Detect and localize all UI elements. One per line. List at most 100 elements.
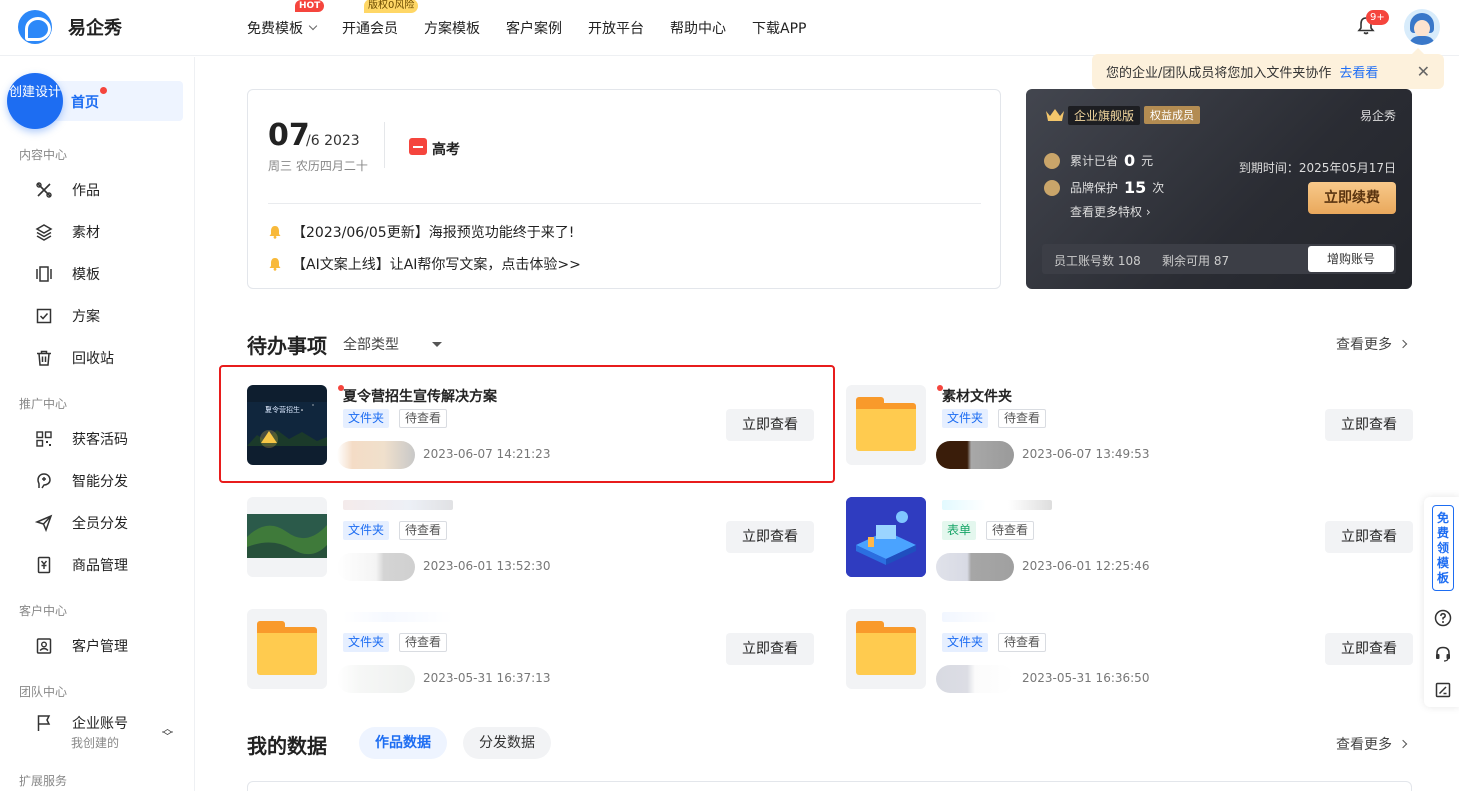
type-tag: 文件夹 (942, 409, 989, 428)
renew-button[interactable]: 立即续费 (1308, 182, 1396, 214)
sidebar-item-label: 方案 (72, 309, 100, 325)
brand-name[interactable]: 易企秀 (68, 14, 122, 40)
saved-label: 累计已省 (1070, 154, 1119, 168)
chevron-right-icon (1398, 739, 1408, 749)
buy-accounts-button[interactable]: 增购账号 (1308, 246, 1394, 272)
saved-unit: 元 (1141, 154, 1154, 168)
sidebar-item-label: 首页 (71, 95, 99, 111)
logo-icon[interactable] (18, 10, 52, 44)
avatar[interactable] (1404, 9, 1440, 45)
view-button[interactable]: 立即查看 (726, 521, 814, 553)
more-text: 查看更多 (1336, 337, 1392, 353)
avatar-group (337, 665, 415, 693)
more-text: 查看更多 (1336, 737, 1392, 753)
divider (384, 122, 385, 168)
news-text: 【2023/06/05更新】海报预览功能终于来了! (292, 225, 575, 241)
vip-brand: 易企秀 (1359, 109, 1396, 123)
expire-date: 2025年05月17日 (1298, 161, 1396, 175)
sidebar-item-materials[interactable]: 素材 (34, 220, 184, 244)
status-tag: 待查看 (399, 521, 448, 540)
nav-free-templates[interactable]: 免费模板 HOT (247, 0, 325, 38)
timestamp: 2023-06-01 12:25:46 (1022, 559, 1150, 573)
saved-value: 0 (1124, 151, 1136, 170)
tab-dist-data[interactable]: 分发数据 (463, 727, 551, 759)
feedback-icon[interactable] (1434, 681, 1452, 699)
todo-item[interactable]: 素材文件夹 文件夹 待查看 2023-06-07 13:49:53 立即查看 (846, 385, 1413, 469)
news-item[interactable]: 【2023/06/05更新】海报预览功能终于来了! (268, 222, 574, 242)
shield-icon (1044, 179, 1060, 196)
sidebar-item-lead-code[interactable]: 获客活码 (34, 427, 184, 451)
title-placeholder (343, 500, 453, 510)
collab-notice: 您的企业/团队成员将您加入文件夹协作 去看看 ✕ (1092, 48, 1444, 89)
sidebar-item-plans[interactable]: 方案 (34, 304, 184, 328)
avatar-group (936, 441, 1014, 469)
nav-help[interactable]: 帮助中心 (670, 18, 726, 38)
sidebar-item-label: 作品 (72, 183, 100, 199)
notification-badge: 9+ (1366, 10, 1389, 25)
nav-label: 免费模板 (247, 21, 303, 37)
protect-value: 15 (1124, 178, 1147, 197)
help-icon[interactable] (1434, 609, 1452, 627)
vip-badge: 企业旗舰版 权益成员 (1044, 105, 1201, 125)
send-icon (34, 513, 54, 533)
protect-unit: 次 (1152, 181, 1165, 195)
sidebar-item-goods[interactable]: 商品管理 (34, 553, 184, 577)
more-rights-link[interactable]: 查看更多特权 › (1070, 203, 1151, 220)
member-tag: 权益成员 (1144, 106, 1201, 124)
timestamp: 2023-06-01 13:52:30 (423, 559, 551, 573)
todo-item[interactable]: 文件夹 待查看 2023-05-31 16:36:50 立即查看 (846, 609, 1413, 693)
expire-label: 到期时间： (1238, 161, 1299, 175)
news-item[interactable]: 【AI文案上线】让AI帮你写文案，点击体验>> (268, 254, 581, 274)
avatar-group (936, 665, 1014, 693)
sidebar-item-recycle[interactable]: 回收站 (34, 346, 184, 370)
close-icon[interactable]: ✕ (1417, 62, 1430, 81)
view-button[interactable]: 立即查看 (1325, 633, 1413, 665)
bell-icon (269, 258, 281, 271)
type-filter[interactable]: 全部类型 (343, 334, 399, 354)
account-bar: 员工账号数 108 剩余可用 87 增购账号 (1042, 244, 1396, 274)
goods-icon (34, 555, 54, 575)
sidebar-item-templates[interactable]: 模板 (34, 262, 184, 286)
remaining-count: 剩余可用 87 (1162, 254, 1230, 268)
sidebar-item-smart-dist[interactable]: 智能分发 (34, 469, 184, 493)
data-more-link[interactable]: 查看更多 (1336, 734, 1408, 754)
month-year: /6 2023 (306, 133, 360, 149)
sidebar-item-works[interactable]: 作品 (34, 178, 184, 202)
view-button[interactable]: 立即查看 (1325, 409, 1413, 441)
view-button[interactable]: 立即查看 (726, 633, 814, 665)
create-design-button[interactable]: 创建设计 (7, 73, 63, 129)
nav-download-app[interactable]: 下载APP (752, 18, 806, 38)
sidebar-item-crm[interactable]: 客户管理 (34, 634, 184, 658)
nav-cases[interactable]: 客户案例 (506, 18, 562, 38)
more-rights-text: 查看更多特权 (1070, 205, 1143, 219)
todo-item[interactable]: 表单 待查看 2023-06-01 12:25:46 立即查看 (846, 497, 1413, 581)
tab-works-data[interactable]: 作品数据 (359, 727, 447, 759)
customer-service-icon[interactable] (1434, 645, 1452, 663)
todo-more-link[interactable]: 查看更多 (1336, 334, 1408, 354)
sidebar-item-label: 全员分发 (72, 516, 128, 532)
todo-item[interactable]: 文件夹 待查看 2023-05-31 16:37:13 立即查看 (247, 609, 814, 693)
sidebar-item-label: 获客活码 (72, 432, 128, 448)
sidebar-item-all-dist[interactable]: 全员分发 (34, 511, 184, 535)
free-templates-button[interactable]: 免费领模板 (1432, 505, 1454, 591)
nav-label: 开通会员 (342, 21, 398, 37)
tools-icon (34, 180, 54, 200)
status-tag: 待查看 (399, 633, 448, 652)
nav-plan-templates[interactable]: 方案模板 (424, 18, 480, 38)
chevron-right-icon (1398, 339, 1408, 349)
caret-down-icon[interactable] (432, 342, 442, 347)
timestamp: 2023-05-31 16:36:50 (1022, 671, 1150, 685)
main-nav: 免费模板 HOT 开通会员 版权0风险 方案模板 客户案例 开放平台 帮助中心 … (247, 0, 832, 56)
view-button[interactable]: 立即查看 (1325, 521, 1413, 553)
nav-vip[interactable]: 开通会员 版权0风险 (342, 0, 419, 38)
sidebar-item-label: 商品管理 (72, 558, 128, 574)
template-icon (34, 264, 54, 284)
expand-toggle-icon[interactable]: ︿ ﹀ (162, 723, 173, 742)
thumbnail (846, 609, 926, 689)
notice-link[interactable]: 去看看 (1339, 62, 1378, 81)
status-tag: 待查看 (998, 409, 1047, 428)
nav-open-platform[interactable]: 开放平台 (588, 18, 644, 38)
todo-item[interactable]: 文件夹 待查看 2023-06-01 13:52:30 立即查看 (247, 497, 814, 581)
coin-icon (1044, 152, 1060, 169)
sidebar-item-label: 回收站 (72, 351, 114, 367)
